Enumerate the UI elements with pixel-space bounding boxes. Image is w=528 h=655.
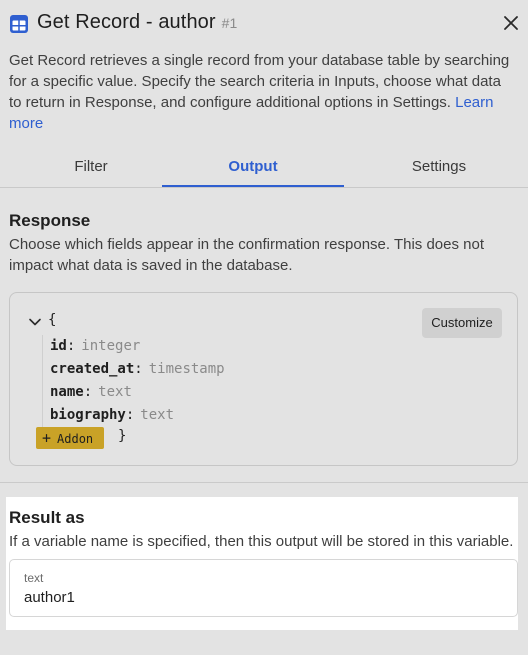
field-colon: : (66, 338, 76, 354)
schema-field: created_at: timestamp (50, 359, 225, 379)
field-name: name (50, 384, 84, 400)
field-name: created_at (50, 361, 135, 377)
description-text: Get Record retrieves a single record fro… (9, 52, 510, 111)
result-title: Result as (9, 508, 85, 527)
panel-header: Get Record - author #1 (0, 0, 528, 48)
schema-field: id: integer (50, 336, 140, 356)
input-value[interactable]: author1 (24, 589, 75, 606)
tab-filter[interactable]: Filter (0, 150, 182, 187)
result-description: If a variable name is specified, then th… (9, 533, 514, 550)
field-type: timestamp (148, 361, 225, 377)
schema-field: biography: text (50, 405, 174, 425)
field-type: integer (81, 338, 141, 354)
addon-label: Addon (57, 432, 94, 446)
field-name: biography (50, 407, 126, 423)
table-icon (10, 15, 28, 33)
response-description: Choose which fields appear in the confir… (9, 236, 484, 274)
tab-settings[interactable]: Settings (348, 150, 528, 187)
field-colon: : (125, 407, 135, 423)
page-title: Get Record - author #1 (37, 11, 237, 34)
field-colon: : (134, 361, 143, 377)
page-title-text: Get Record - author (37, 11, 216, 33)
tab-output[interactable]: Output (162, 150, 344, 187)
schema-field: name: text (50, 382, 132, 402)
chevron-down-icon[interactable] (28, 315, 42, 329)
field-type: text (140, 407, 175, 423)
plus-icon: + (42, 429, 52, 447)
field-guide-line (42, 335, 43, 427)
field-name: id (50, 338, 67, 354)
result-variable-field[interactable]: text author1 (9, 559, 518, 617)
response-title: Response (9, 211, 91, 230)
close-icon[interactable] (503, 15, 519, 31)
result-panel: Result as If a variable name is specifie… (6, 497, 518, 630)
record-id-badge: #1 (221, 15, 238, 31)
response-schema-box: { Customize id: integer created_at: timest… (9, 292, 518, 466)
open-brace: { (48, 312, 57, 328)
panel-description: Get Record retrieves a single record fro… (9, 50, 514, 134)
add-addon-button[interactable]: + Addon (36, 427, 104, 449)
field-colon: : (83, 384, 93, 400)
customize-button[interactable]: Customize (422, 308, 502, 338)
field-type: text (98, 384, 132, 400)
section-divider (0, 482, 528, 483)
close-brace: } (118, 428, 127, 444)
tab-bar: Filter Output Settings (0, 150, 528, 188)
input-label: text (24, 571, 44, 585)
